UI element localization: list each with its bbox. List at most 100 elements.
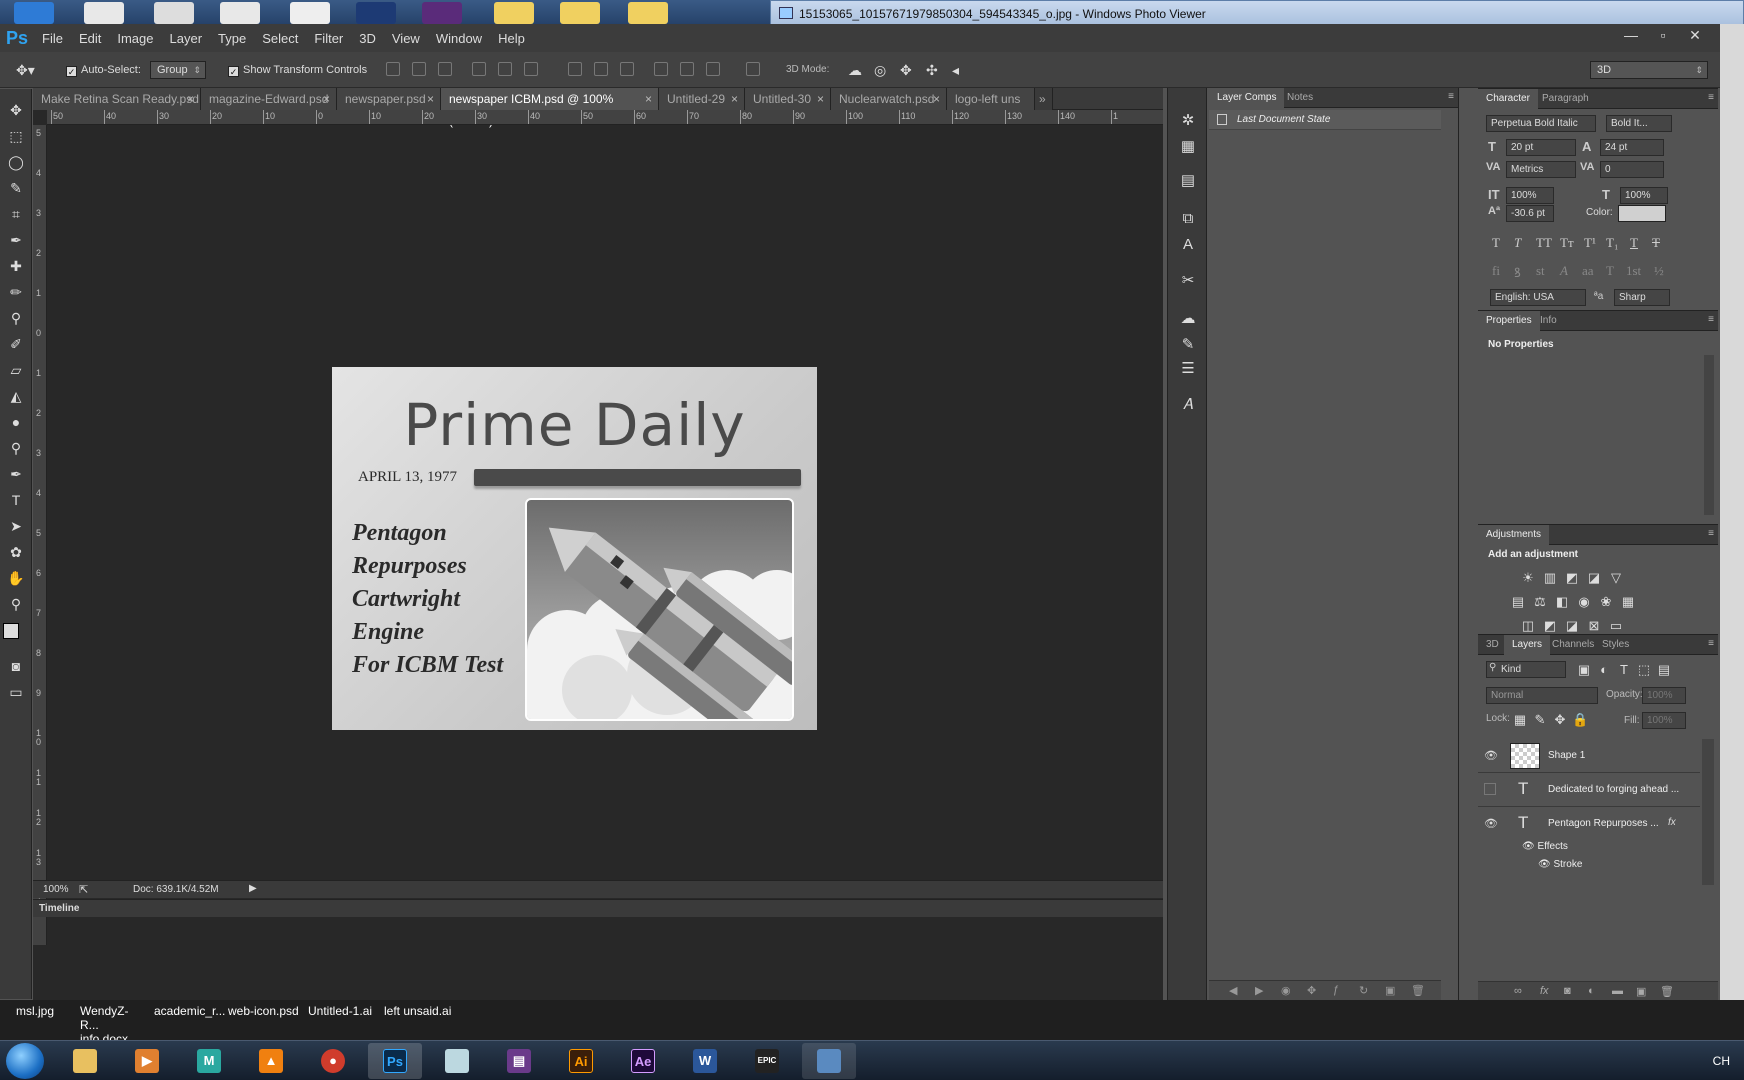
folder-icon[interactable] <box>494 2 534 24</box>
clone-source-icon[interactable]: ⧉ <box>1177 208 1199 230</box>
tab-info[interactable]: Info <box>1532 311 1565 331</box>
ordinals-button[interactable]: 1st <box>1626 263 1641 279</box>
timeline-panel-tab[interactable]: Timeline <box>33 899 1163 917</box>
close-tab-icon[interactable]: × <box>187 88 194 110</box>
antialias-select[interactable]: Sharp <box>1614 289 1670 306</box>
selective-color-icon[interactable]: ▭ <box>1608 619 1624 633</box>
hand-tool-icon[interactable]: ✋ <box>4 567 28 589</box>
auto-select-checkbox[interactable]: ✓ Auto-Select: <box>66 61 141 79</box>
tab-3d[interactable]: 3D <box>1478 635 1507 655</box>
text-color-swatch[interactable] <box>1618 205 1666 222</box>
taskbar-media[interactable]: ▶ <box>120 1043 174 1079</box>
document-icon[interactable] <box>290 2 330 24</box>
file-icon[interactable] <box>422 2 462 24</box>
recent-file[interactable]: web-icon.psd <box>228 1004 299 1018</box>
document-canvas[interactable]: Prime Daily APRIL 13, 1977 Pentagon Repu… <box>332 367 817 730</box>
menu-file[interactable]: File <box>34 31 71 46</box>
delete-layer-icon[interactable]: 🗑 <box>1660 985 1674 998</box>
move-tool-icon[interactable]: ✥ <box>4 99 28 121</box>
update-position-icon[interactable]: ✥ <box>1307 984 1316 997</box>
3d-scale-icon[interactable]: ◂ <box>952 61 959 79</box>
filter-adjustment-icon[interactable]: ◐ <box>1596 663 1612 677</box>
psd-file-icon[interactable] <box>356 2 396 24</box>
menu-layer[interactable]: Layer <box>162 31 211 46</box>
superscript-button[interactable]: T¹ <box>1584 235 1596 251</box>
horizontal-scale-field[interactable]: 100% <box>1620 187 1668 204</box>
distribute-bottom-icon[interactable] <box>620 62 634 76</box>
align-hcenter-icon[interactable] <box>498 62 512 76</box>
close-tab-icon[interactable]: × <box>323 88 330 110</box>
levels-icon[interactable]: ▥ <box>1542 571 1558 585</box>
update-style-icon[interactable]: ƒ <box>1333 984 1339 996</box>
align-vcenter-icon[interactable] <box>412 62 426 76</box>
add-style-icon[interactable]: fx <box>1540 985 1549 997</box>
tab-properties[interactable]: Properties <box>1478 311 1540 331</box>
zoom-level[interactable]: 100% <box>43 884 69 895</box>
delete-comp-icon[interactable]: 🗑 <box>1411 984 1425 997</box>
tracking-field[interactable]: 0 <box>1600 161 1664 178</box>
recent-file[interactable]: left unsaid.ai <box>384 1004 451 1018</box>
menu-view[interactable]: View <box>384 31 428 46</box>
baseline-shift-field[interactable]: -30.6 pt <box>1506 205 1554 222</box>
stroke-effect-row[interactable]: 👁 Stroke <box>1538 859 1582 870</box>
underline-button[interactable]: T <box>1630 235 1638 251</box>
menu-edit[interactable]: Edit <box>71 31 109 46</box>
kerning-field[interactable]: Metrics <box>1506 161 1576 178</box>
curves-icon[interactable]: ◩ <box>1564 571 1580 585</box>
lasso-tool-icon[interactable]: ◯ <box>4 151 28 173</box>
vibrance-icon[interactable]: ▽ <box>1608 571 1624 585</box>
small-caps-button[interactable]: Tт <box>1560 235 1574 251</box>
taskbar-maya[interactable]: M <box>182 1043 236 1079</box>
align-right-icon[interactable] <box>524 62 538 76</box>
tab-adjustments[interactable]: Adjustments <box>1478 525 1550 545</box>
auto-select-dropdown[interactable]: Group <box>150 61 206 79</box>
tab-logo-left[interactable]: logo-left uns <box>947 88 1035 110</box>
layer-fx-icon[interactable]: fx <box>1668 817 1676 828</box>
dodge-tool-icon[interactable]: ⚲ <box>4 437 28 459</box>
menu-filter[interactable]: Filter <box>306 31 351 46</box>
libraries-icon[interactable]: ☁ <box>1177 308 1199 330</box>
align-bottom-icon[interactable] <box>438 62 452 76</box>
menu-image[interactable]: Image <box>109 31 161 46</box>
distribute-top-icon[interactable] <box>568 62 582 76</box>
histogram-icon[interactable]: ▦ <box>1177 136 1199 158</box>
tab-paragraph[interactable]: Paragraph <box>1534 89 1597 109</box>
layer-row-text-dedicated[interactable]: T Dedicated to forging ahead ... <box>1478 773 1700 807</box>
opacity-field[interactable]: 100% <box>1642 687 1686 704</box>
tab-newspaper[interactable]: newspaper.psd × <box>337 88 441 110</box>
panel-menu-icon[interactable]: ≡ <box>1448 91 1454 102</box>
path-select-icon[interactable]: ➤ <box>4 515 28 537</box>
recent-file[interactable]: Untitled-1.ai <box>308 1004 372 1018</box>
lock-position-icon[interactable]: ✥ <box>1552 713 1568 727</box>
stroke-eye-icon[interactable]: 👁 <box>1538 859 1553 870</box>
globe-icon[interactable] <box>14 2 54 24</box>
font-size-field[interactable]: 20 pt <box>1506 139 1576 156</box>
ligatures-button[interactable]: fi <box>1492 263 1500 279</box>
taskbar-aftereffects[interactable]: Ae <box>616 1043 670 1079</box>
filter-smart-object-icon[interactable]: ▤ <box>1656 663 1672 677</box>
input-language-indicator[interactable]: CH <box>1713 1054 1730 1068</box>
filter-type-icon[interactable]: T <box>1616 663 1632 677</box>
gradient-map-icon[interactable]: ⊠ <box>1586 619 1602 633</box>
auto-align-icon[interactable] <box>746 62 760 76</box>
tool-presets-icon[interactable]: ✂ <box>1177 270 1199 292</box>
taskbar-illustrator[interactable]: Ai <box>554 1043 608 1079</box>
eyedropper-tool-icon[interactable]: ✒ <box>4 229 28 251</box>
close-tab-icon[interactable]: × <box>731 88 738 110</box>
taskbar-notes[interactable] <box>430 1043 484 1079</box>
healing-brush-icon[interactable]: ✚ <box>4 255 28 277</box>
file-icon[interactable] <box>154 2 194 24</box>
visibility-eye-icon[interactable]: 👁 <box>1484 749 1498 762</box>
3d-roll-icon[interactable]: ◎ <box>874 61 886 79</box>
pen-tool-icon[interactable]: ✒ <box>4 463 28 485</box>
screen-mode-icon[interactable]: ▭ <box>4 681 28 703</box>
crop-tool-icon[interactable]: ⌗ <box>4 203 28 225</box>
tab-styles[interactable]: Styles <box>1594 635 1637 655</box>
history-brush-icon[interactable]: ✐ <box>4 333 28 355</box>
close-tab-icon[interactable]: × <box>933 88 940 110</box>
strikethrough-button[interactable]: T <box>1652 235 1660 251</box>
move-tool-icon[interactable]: ✥▾ <box>16 61 35 79</box>
foreground-color-swatch[interactable] <box>3 623 19 639</box>
lock-transparent-icon[interactable]: ▦ <box>1512 713 1528 727</box>
fill-field[interactable]: 100% <box>1642 712 1686 729</box>
